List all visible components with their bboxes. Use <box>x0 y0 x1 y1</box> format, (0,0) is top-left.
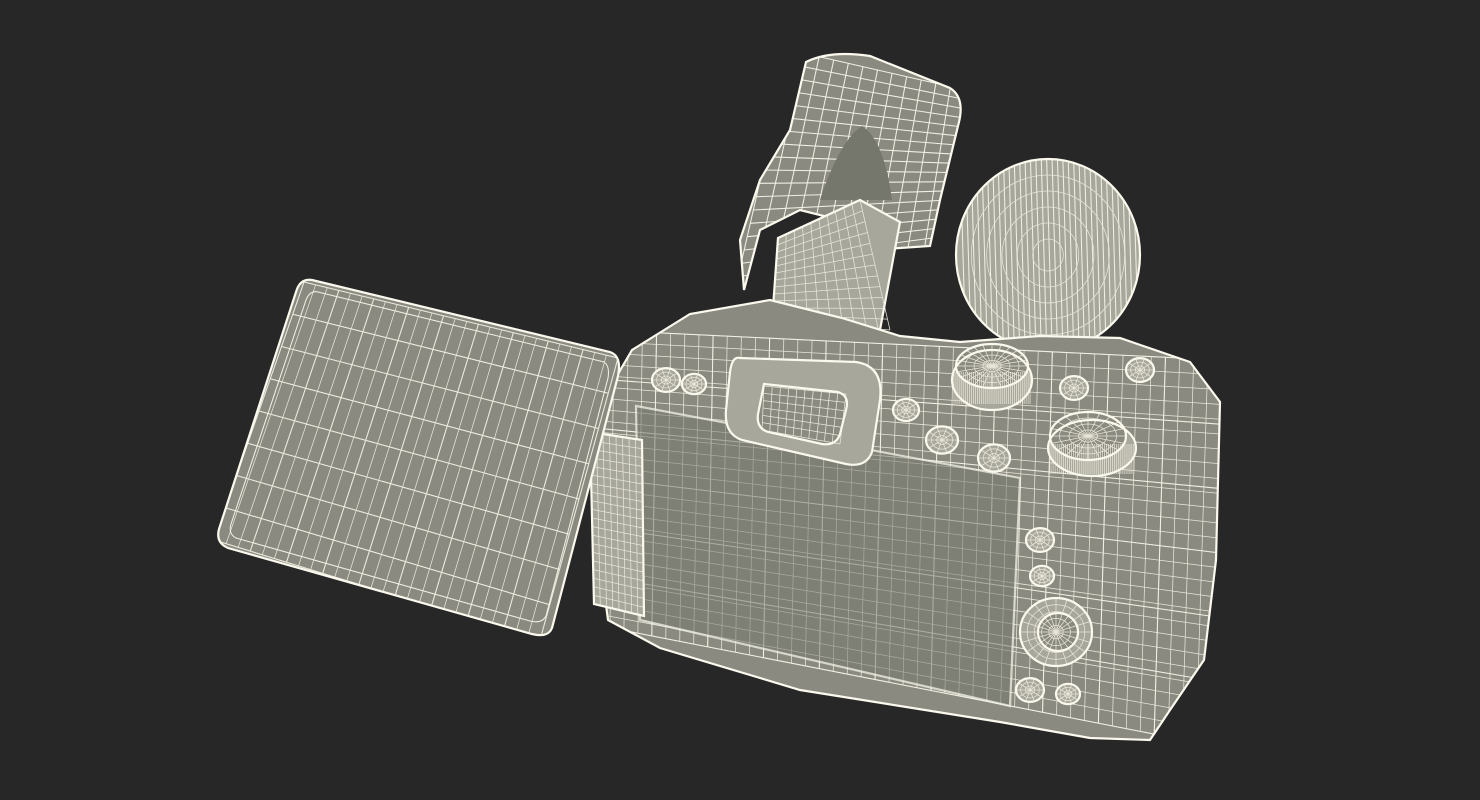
articulating-lcd-screen <box>217 278 621 637</box>
lens <box>954 157 1142 353</box>
screen-hinge <box>588 430 646 618</box>
camera-wireframe-render <box>217 52 1222 742</box>
mode-dial <box>950 342 1034 412</box>
multi-selector <box>1018 596 1094 668</box>
